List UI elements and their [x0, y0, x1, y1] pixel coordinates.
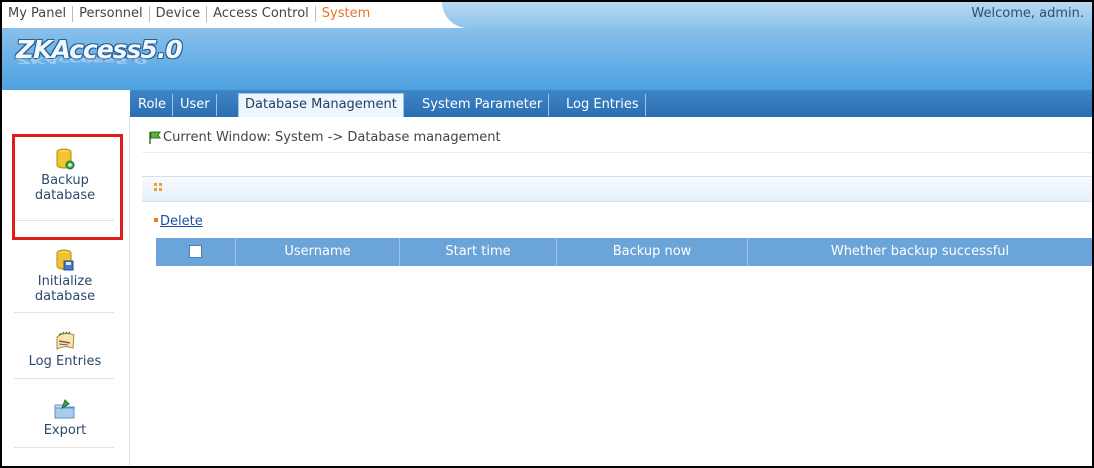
sidebar-label-line1: Log Entries [28, 354, 102, 369]
nav-device[interactable]: Device [150, 6, 208, 22]
sidebar-item-export[interactable]: Export [10, 398, 120, 438]
sidebar-divider [14, 378, 114, 379]
sidebar-label-line2: database [34, 289, 96, 304]
sidebar-label-line1: Initialize [37, 274, 93, 289]
column-username[interactable]: Username [236, 238, 400, 266]
nav-personnel[interactable]: Personnel [73, 6, 150, 22]
grip-icon [154, 183, 162, 191]
folder-export-icon [54, 399, 75, 419]
sidebar-item-initialize-database[interactable]: Initialize database [10, 249, 120, 304]
column-backup-successful[interactable]: Whether backup successful [748, 238, 1092, 266]
breadcrumb-divider [142, 152, 1092, 153]
delete-label: Delete [160, 214, 203, 229]
content-toolbar [142, 176, 1092, 202]
nav-access-control[interactable]: Access Control [207, 6, 316, 22]
breadcrumb-text: Current Window: System -> Database manag… [163, 130, 501, 145]
sidebar-label-line1: Export [43, 423, 87, 438]
notepad-icon [56, 331, 75, 350]
sidebar-divider [14, 312, 114, 313]
select-all-checkbox[interactable] [189, 245, 202, 258]
breadcrumb: Current Window: System -> Database manag… [148, 130, 501, 145]
delete-link[interactable]: Delete [154, 214, 203, 229]
column-start-time[interactable]: Start time [400, 238, 557, 266]
column-backup-now[interactable]: Backup now [557, 238, 748, 266]
logo-reflection: ZKAccess5.0 [16, 55, 147, 66]
header-banner: ZKAccess5.0 ZKAccess5.0 [2, 28, 1092, 90]
welcome-text: Welcome, admin. [971, 6, 1084, 21]
tab-log-entries[interactable]: Log Entries [560, 94, 646, 116]
tab-database-management[interactable]: Database Management [238, 93, 404, 117]
flag-icon [149, 131, 161, 144]
top-nav: My Panel Personnel Device Access Control… [2, 2, 1092, 28]
tab-role[interactable]: Role [132, 94, 174, 116]
nav-system[interactable]: System [316, 6, 376, 22]
nav-my-panel[interactable]: My Panel [6, 6, 74, 22]
app-window: My Panel Personnel Device Access Control… [0, 0, 1094, 468]
bullet-icon [154, 217, 158, 222]
database-init-icon [56, 249, 74, 271]
tab-user[interactable]: User [174, 94, 217, 116]
tab-system-parameter[interactable]: System Parameter [416, 94, 550, 116]
tab-bar: Role User Database Management System Par… [130, 90, 1092, 117]
selection-highlight [12, 134, 123, 240]
backup-table-header: Username Start time Backup now Whether b… [156, 238, 1092, 266]
sidebar-divider [14, 447, 114, 448]
sidebar-item-log-entries[interactable]: Log Entries [10, 329, 120, 369]
select-all-column [156, 238, 236, 266]
top-menu: My Panel Personnel Device Access Control… [6, 6, 376, 22]
